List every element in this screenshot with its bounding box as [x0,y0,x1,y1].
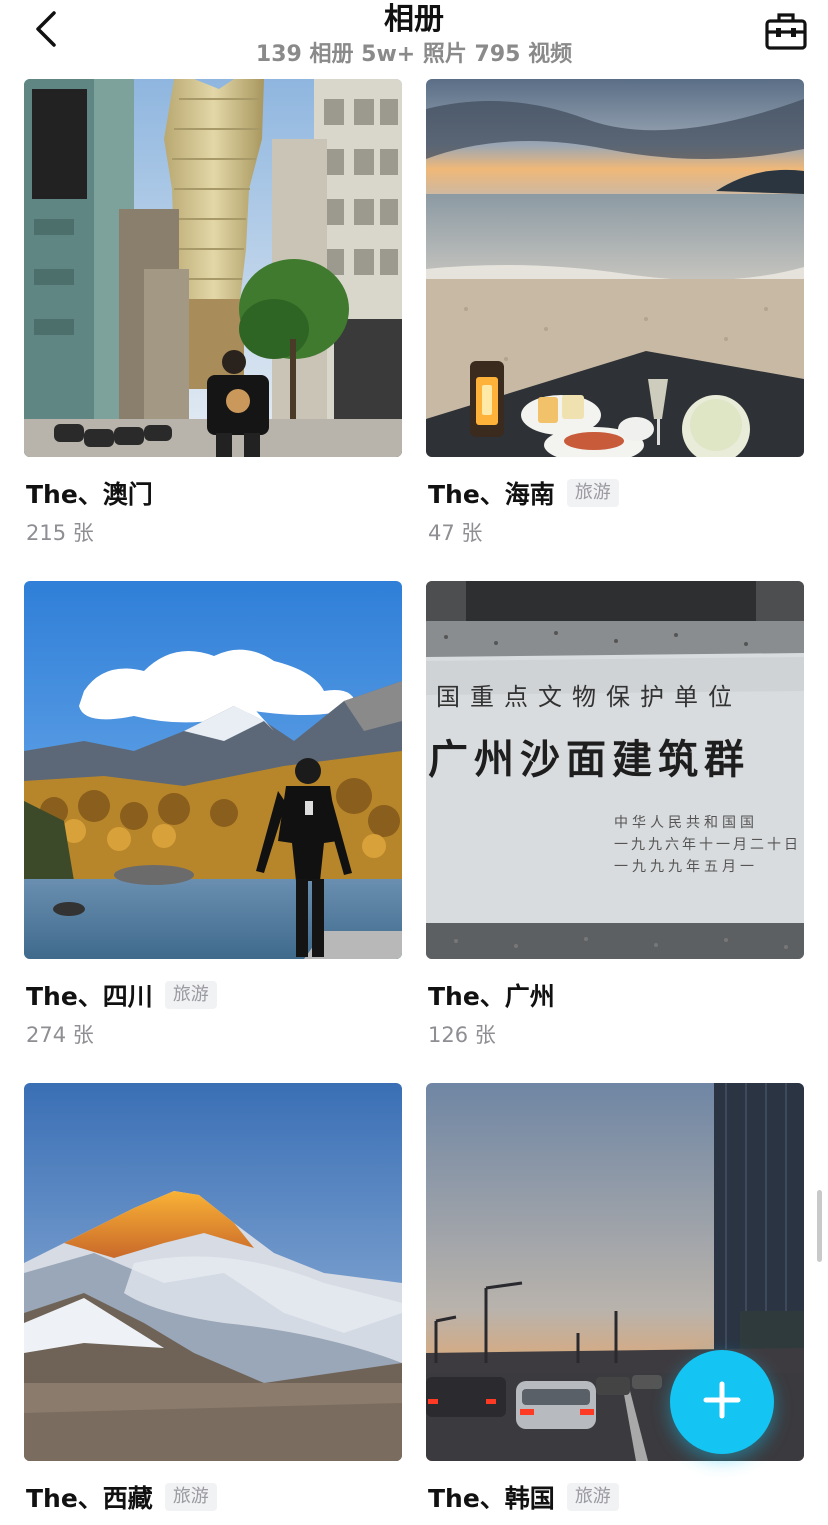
add-album-button[interactable] [670,1350,774,1454]
album-title-row: The、四川 旅游 [26,979,217,1011]
album-tag: 旅游 [566,479,619,507]
album-count: 126 张 [428,1023,496,1047]
toolbox-button[interactable] [762,8,810,58]
page-title: 相册 [384,2,444,37]
album-count: 215 张 [26,521,94,545]
album-tag: 旅游 [164,981,217,1009]
album-name: The、韩国 [428,1484,555,1513]
toolbox-icon [764,11,808,55]
album-count: 274 张 [26,1023,94,1047]
page-subtitle: 139 相册 5w+ 照片 795 视频 [255,42,573,67]
plaque-line1: 国重点文物保护单位 [436,683,742,711]
album-cover-guangzhou[interactable]: 国重点文物保护单位 广州沙面建筑群 中华人民共和国国 一九九六年十一月二十日 一… [426,581,804,959]
album-name: The、广州 [428,982,555,1011]
album-title-row: The、海南 旅游 [428,477,619,509]
top-bar: 相册 139 相册 5w+ 照片 795 视频 [0,0,828,76]
album-title-row: The、澳门 [26,477,153,509]
album-cover-macau[interactable] [24,79,402,457]
plaque-line5: 一九九九年五月一 [614,859,758,875]
album-count: 47 张 [428,521,483,545]
plus-icon [702,1380,742,1424]
plaque-line4: 一九九六年十一月二十日 [614,837,801,853]
album-name: The、海南 [428,480,555,509]
album-title-row: The、广州 [428,979,555,1011]
album-grid: The、澳门 215 张 The、海南 旅游 47 张 The、四川 旅游 27… [0,0,828,1525]
album-cover-hainan[interactable] [426,79,804,457]
plaque-line3: 中华人民共和国国 [614,815,758,831]
plaque-line2: 广州沙面建筑群 [428,736,750,783]
album-name: The、四川 [26,982,153,1011]
album-cover-tibet[interactable] [24,1083,402,1461]
album-tag: 旅游 [164,1483,217,1511]
scrollbar[interactable] [817,1190,822,1262]
album-name: The、澳门 [26,480,153,509]
album-title-row: The、韩国 旅游 [428,1481,619,1513]
album-tag: 旅游 [566,1483,619,1511]
album-name: The、西藏 [26,1484,153,1513]
album-cover-sichuan[interactable] [24,581,402,959]
album-title-row: The、西藏 旅游 [26,1481,217,1513]
